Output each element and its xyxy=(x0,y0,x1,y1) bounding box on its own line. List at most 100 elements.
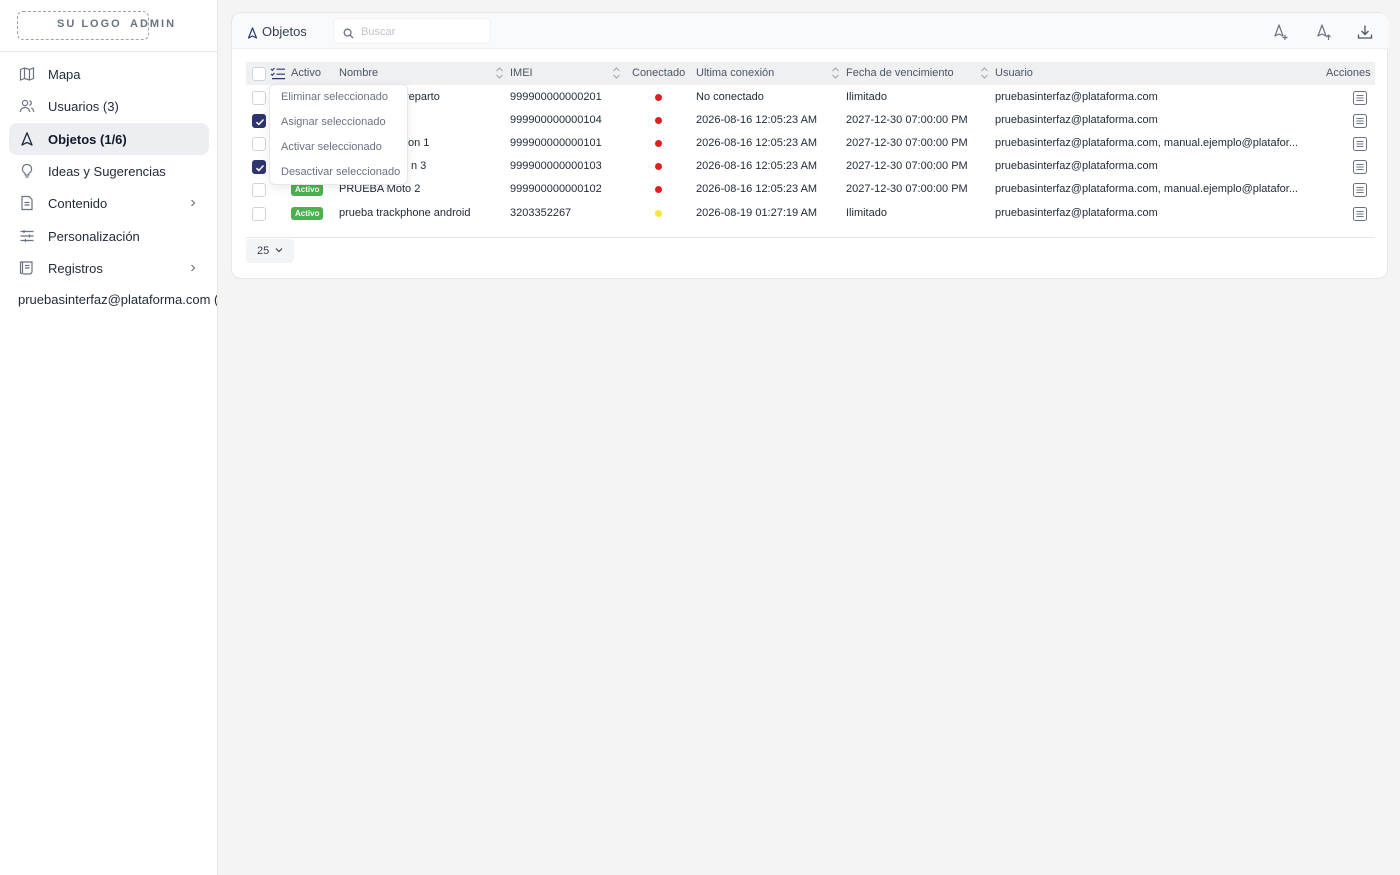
chevron-down-icon xyxy=(275,248,283,253)
search-field[interactable] xyxy=(333,18,491,44)
menu-item-assign-selected[interactable]: Asignar seleccionado xyxy=(270,110,409,135)
menu-item-label: Desactivar seleccionado xyxy=(281,166,401,178)
table-row[interactable]: 999900000000104 2026-08-16 12:05:23 AM 2… xyxy=(246,109,1375,132)
row-user: pruebasinterfaz@plataforma.com xyxy=(995,160,1158,172)
row-imei: 999900000000102 xyxy=(510,183,602,195)
row-expiry: Ilimitado xyxy=(846,207,887,219)
sidebar-item-mapa[interactable]: Mapa xyxy=(9,58,209,90)
sidebar-item-label: Personalización xyxy=(48,228,140,244)
logo-text: SU LOGO xyxy=(57,18,122,30)
row-imei: 999900000000104 xyxy=(510,114,602,126)
table-footer-divider xyxy=(246,237,1375,238)
import-object-icon[interactable] xyxy=(1315,23,1333,41)
row-imei: 3203352267 xyxy=(510,207,572,219)
row-checkbox[interactable] xyxy=(252,160,266,174)
sidebar-item-contenido[interactable]: Contenido xyxy=(9,187,209,219)
menu-item-label: Asignar seleccionado xyxy=(281,116,386,128)
current-user-email[interactable]: pruebasinterfaz@plataforma.com (D xyxy=(18,292,217,307)
column-header-activo[interactable]: Activo xyxy=(291,67,321,79)
sliders-icon xyxy=(19,228,35,244)
row-checkbox[interactable] xyxy=(252,114,266,128)
sidebar-item-objetos[interactable]: Objetos (1/6) xyxy=(9,123,209,155)
search-input[interactable] xyxy=(361,24,486,40)
row-user: pruebasinterfaz@plataforma.com xyxy=(995,207,1158,219)
table-header: Activo Nombre IMEI Conectado Ultima cone… xyxy=(246,62,1375,85)
column-header-nombre[interactable]: Nombre xyxy=(339,67,378,79)
file-icon xyxy=(19,195,35,211)
chevron-right-icon xyxy=(187,196,199,210)
row-user: pruebasinterfaz@plataforma.com, manual.e… xyxy=(995,137,1298,149)
page-size-value: 25 xyxy=(257,245,270,257)
connection-status-dot xyxy=(655,140,662,147)
sort-icon[interactable] xyxy=(612,66,621,80)
table-row[interactable]: reparto 999900000000201 No conectado Ili… xyxy=(246,86,1375,109)
brand-area: SU LOGO ADMIN xyxy=(0,0,217,52)
menu-item-delete-selected[interactable]: Eliminar seleccionado xyxy=(270,85,409,110)
sidebar-item-personalizacion[interactable]: Personalización xyxy=(9,220,209,252)
sort-icon[interactable] xyxy=(831,66,840,80)
row-expiry: 2027-12-30 07:00:00 PM xyxy=(846,160,968,172)
row-last-connection: 2026-08-16 12:05:23 AM xyxy=(696,114,818,126)
bulk-actions-icon[interactable] xyxy=(270,66,286,80)
add-object-icon[interactable] xyxy=(1272,23,1290,41)
row-menu-icon[interactable] xyxy=(1353,207,1367,221)
row-checkbox[interactable] xyxy=(252,91,266,105)
connection-status-dot xyxy=(655,94,662,101)
users-icon xyxy=(19,98,35,114)
menu-item-label: Eliminar seleccionado xyxy=(281,91,388,103)
row-imei: 999900000000101 xyxy=(510,137,602,149)
row-menu-icon[interactable] xyxy=(1353,183,1367,197)
row-menu-icon[interactable] xyxy=(1353,114,1367,128)
role-label: ADMIN xyxy=(130,18,177,30)
menu-item-deactivate-selected[interactable]: Desactivar seleccionado xyxy=(270,160,409,185)
row-checkbox[interactable] xyxy=(252,137,266,151)
table-row[interactable]: n 3 999900000000103 2026-08-16 12:05:23 … xyxy=(246,155,1375,178)
page-title: Objetos xyxy=(262,24,307,39)
scroll-icon xyxy=(19,260,35,276)
row-menu-icon[interactable] xyxy=(1353,160,1367,174)
chevron-right-icon xyxy=(187,261,199,275)
row-menu-icon[interactable] xyxy=(1353,91,1367,105)
column-header-acciones: Acciones xyxy=(1326,67,1371,79)
menu-item-activate-selected[interactable]: Activar seleccionado xyxy=(270,135,409,160)
row-name: reparto xyxy=(405,91,440,103)
navigation-arrow-icon xyxy=(19,131,35,147)
column-header-ultima-conexion[interactable]: Ultima conexión xyxy=(696,67,774,79)
sidebar: SU LOGO ADMIN Mapa Usuarios (3) Objetos … xyxy=(0,0,218,875)
row-expiry: 2027-12-30 07:00:00 PM xyxy=(846,183,968,195)
bulk-actions-menu: Eliminar seleccionado Asignar selecciona… xyxy=(269,84,408,185)
table-row[interactable]: Activo PRUEBA Moto 2 999900000000102 202… xyxy=(246,178,1375,201)
sidebar-item-label: Objetos (1/6) xyxy=(48,131,127,147)
row-last-connection: 2026-08-16 12:05:23 AM xyxy=(696,183,818,195)
sort-icon[interactable] xyxy=(980,66,989,80)
sort-icon[interactable] xyxy=(495,66,504,80)
download-icon[interactable] xyxy=(1356,23,1374,41)
select-all-checkbox[interactable] xyxy=(252,67,266,81)
menu-item-label: Activar seleccionado xyxy=(281,141,382,153)
column-header-conectado[interactable]: Conectado xyxy=(632,67,685,79)
column-header-usuario[interactable]: Usuario xyxy=(995,67,1033,79)
row-imei: 999900000000201 xyxy=(510,91,602,103)
column-header-fecha-vencimiento[interactable]: Fecha de vencimiento xyxy=(846,67,954,79)
table-row[interactable]: Activo prueba trackphone android 3203352… xyxy=(246,202,1375,225)
sidebar-item-label: Mapa xyxy=(48,66,81,82)
row-last-connection: No conectado xyxy=(696,91,764,103)
sidebar-item-label: Contenido xyxy=(48,195,108,211)
row-menu-icon[interactable] xyxy=(1353,137,1367,151)
row-checkbox[interactable] xyxy=(252,183,266,197)
row-name: on 1 xyxy=(408,137,430,149)
sidebar-item-registros[interactable]: Registros xyxy=(9,252,209,284)
lightbulb-icon xyxy=(19,163,35,179)
table-row[interactable]: on 1 999900000000101 2026-08-16 12:05:23… xyxy=(246,132,1375,155)
row-user: pruebasinterfaz@plataforma.com xyxy=(995,91,1158,103)
connection-status-dot xyxy=(655,186,662,193)
sidebar-item-label: Registros xyxy=(48,260,103,276)
sidebar-item-usuarios[interactable]: Usuarios (3) xyxy=(9,90,209,122)
row-checkbox[interactable] xyxy=(252,207,266,221)
page-size-select[interactable]: 25 xyxy=(246,239,294,263)
sidebar-item-ideas[interactable]: Ideas y Sugerencias xyxy=(9,155,209,187)
row-last-connection: 2026-08-16 12:05:23 AM xyxy=(696,160,818,172)
connection-status-dot xyxy=(655,163,662,170)
column-header-imei[interactable]: IMEI xyxy=(510,67,533,79)
row-user: pruebasinterfaz@plataforma.com xyxy=(995,114,1158,126)
